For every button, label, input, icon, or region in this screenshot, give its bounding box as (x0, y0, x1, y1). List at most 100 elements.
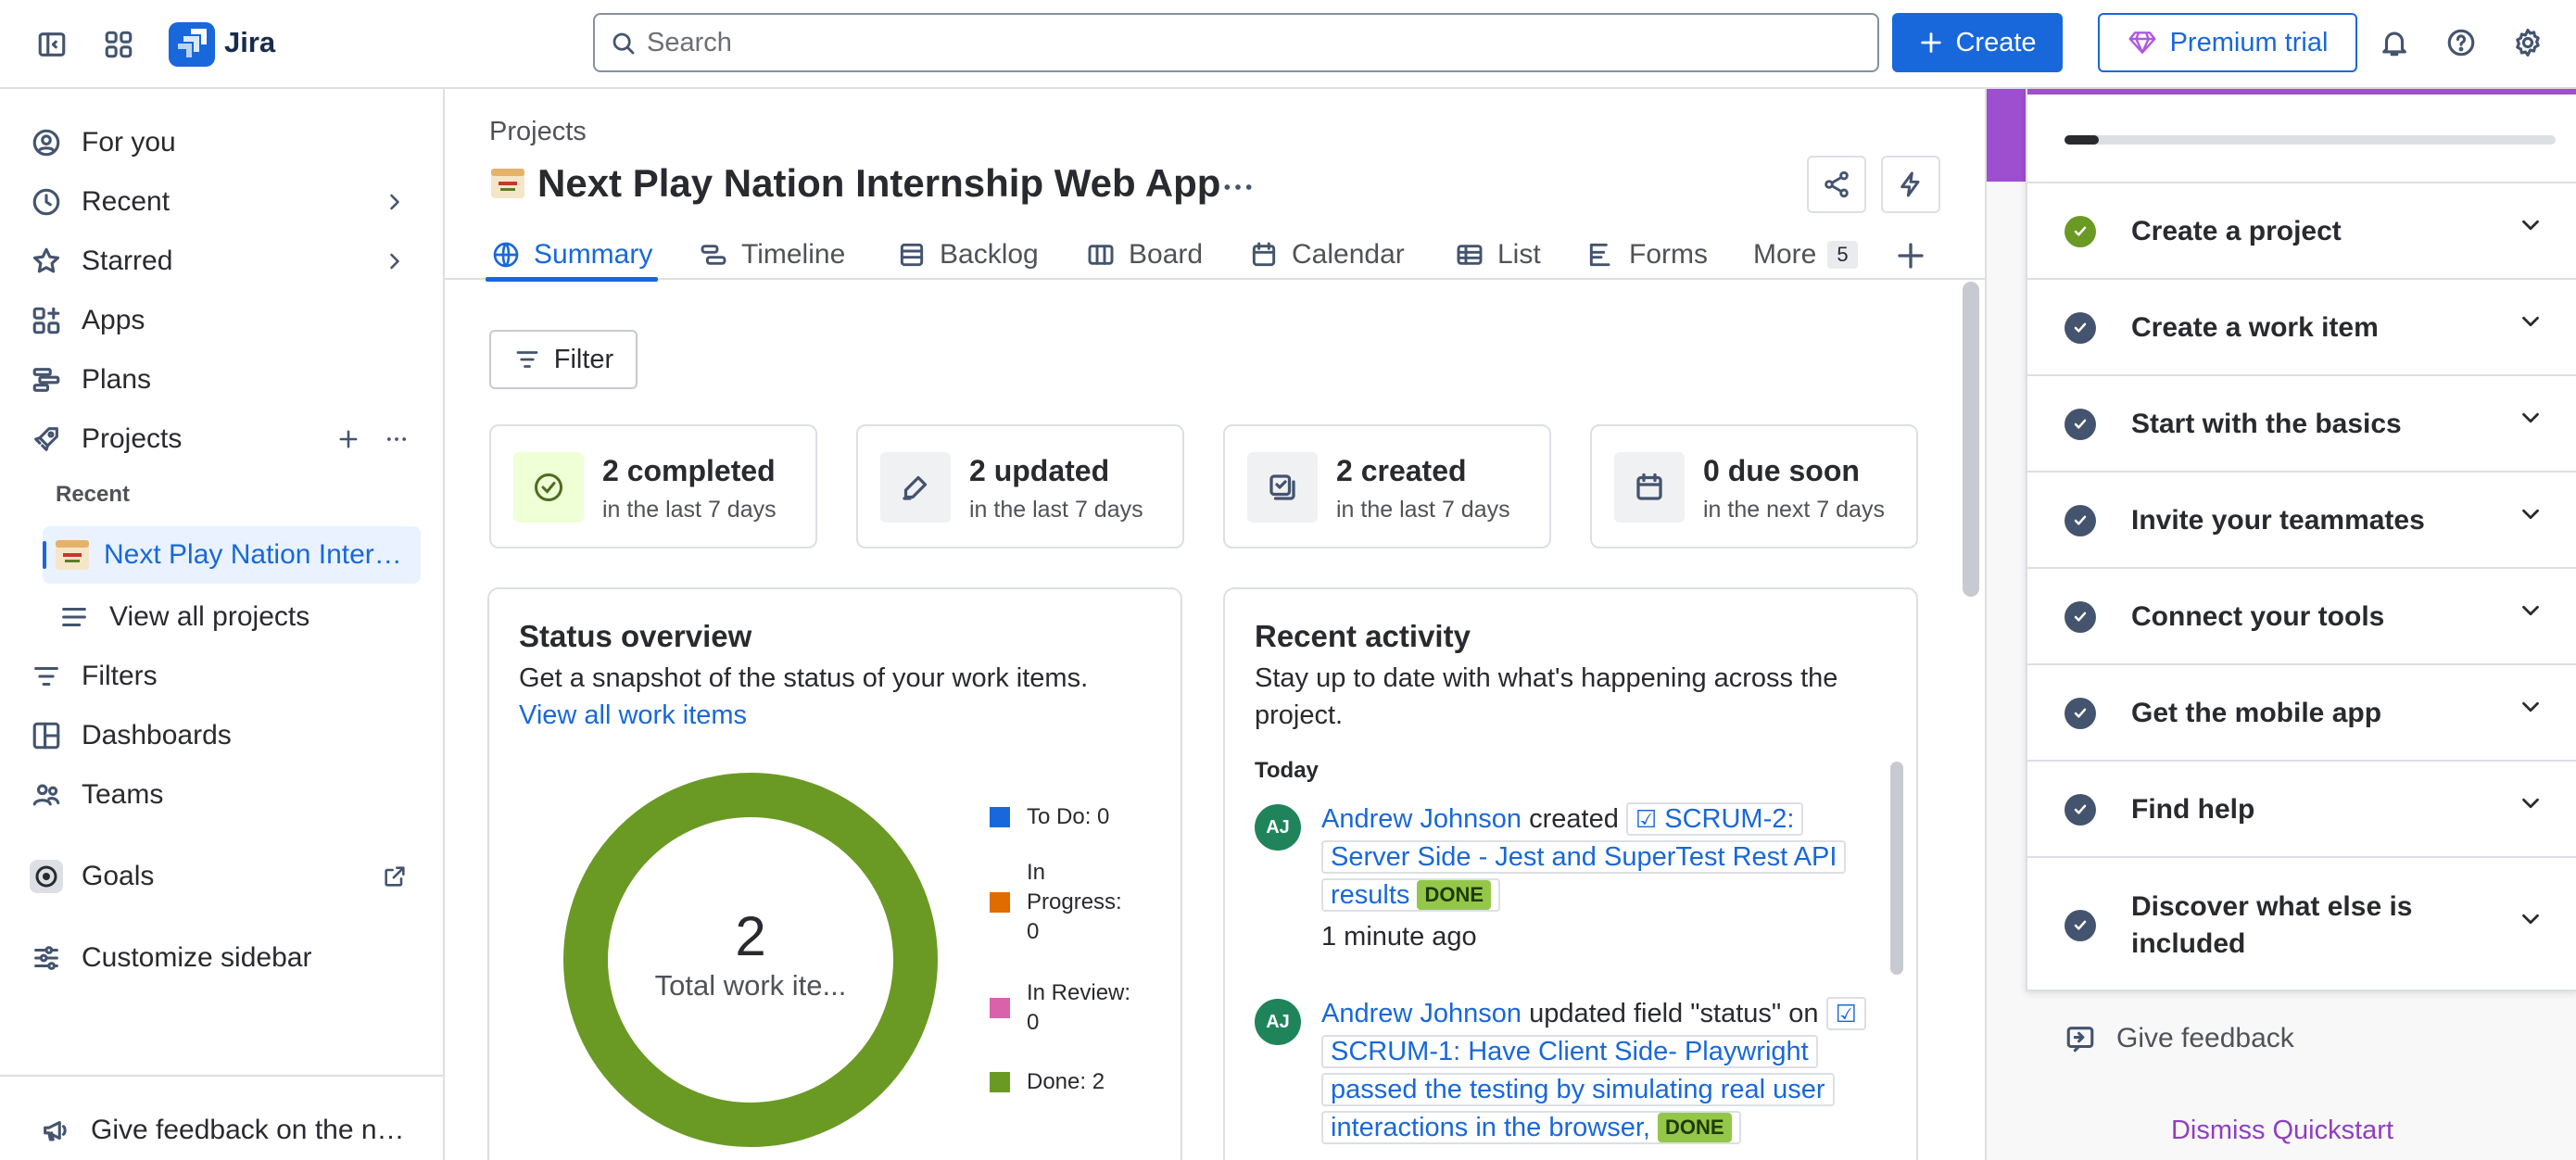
top-navigation-bar: Jira Create Premium trial (0, 0, 2576, 89)
tab-backlog[interactable]: Backlog (897, 230, 1039, 280)
star-icon (28, 243, 65, 280)
legend-item-in-progress: In Progress: 0 (990, 858, 1147, 947)
tab-timeline[interactable]: Timeline (699, 230, 845, 280)
notifications-bell-icon[interactable] (2368, 17, 2420, 69)
app-switcher-icon[interactable] (93, 19, 145, 70)
quickstart-item-3[interactable]: Start with the basics (2027, 374, 2576, 471)
external-link-icon[interactable] (382, 864, 408, 889)
share-button[interactable] (1807, 156, 1866, 213)
avatar[interactable]: AJ (1255, 999, 1301, 1045)
chevron-down-icon[interactable] (2517, 500, 2544, 533)
help-icon[interactable] (2435, 17, 2487, 69)
stat-card-updated[interactable]: 2 updated in the last 7 days (856, 424, 1184, 548)
stat-card-created[interactable]: 2 created in the last 7 days (1223, 424, 1551, 548)
task-checkbox-icon: ☑ (1635, 805, 1658, 833)
stat-card-due-soon[interactable]: 0 due soon in the next 7 days (1590, 424, 1918, 548)
activity-user-link[interactable]: Andrew Johnson (1321, 999, 1522, 1028)
quickstart-item-label: Create a work item (2131, 312, 2379, 343)
search-box[interactable] (593, 13, 1879, 72)
checkmark-icon (2065, 601, 2096, 633)
check-circle-icon (513, 452, 584, 523)
chevron-down-icon[interactable] (2517, 693, 2544, 725)
quickstart-item-6[interactable]: Get the mobile app (2027, 663, 2576, 760)
give-feedback-button[interactable]: Give feedback (2065, 1023, 2294, 1054)
create-button[interactable]: Create (1892, 13, 2063, 72)
settings-gear-icon[interactable] (2502, 17, 2554, 69)
tab-calendar[interactable]: Calendar (1249, 230, 1405, 280)
sidebar-item-plans[interactable]: Plans (28, 354, 417, 406)
view-all-projects[interactable]: View all projects (56, 591, 417, 643)
app-title[interactable]: Jira (224, 26, 275, 59)
search-input[interactable] (647, 24, 1851, 61)
backlog-icon (900, 243, 924, 267)
chevron-down-icon[interactable] (2517, 404, 2544, 436)
activity-user-link[interactable]: Andrew Johnson (1321, 804, 1522, 834)
activity-scrollbar[interactable] (1890, 762, 1903, 975)
more-actions-icon[interactable] (384, 426, 410, 452)
chevron-down-icon[interactable] (2517, 905, 2544, 938)
recent-project-item[interactable]: Next Play Nation Internship Web App (43, 526, 421, 584)
quickstart-item-5[interactable]: Connect your tools (2027, 567, 2576, 663)
add-project-plus-icon[interactable] (335, 426, 361, 452)
tab-label: Backlog (940, 239, 1039, 270)
legend-swatch (990, 892, 1010, 913)
sidebar-item-dashboards[interactable]: Dashboards (28, 710, 417, 762)
stat-card-completed[interactable]: 2 completed in the last 7 days (489, 424, 817, 548)
chevron-down-icon[interactable] (2517, 597, 2544, 629)
give-feedback-navigation[interactable]: Give feedback on the new navigation (37, 1104, 426, 1156)
sidebar-item-teams[interactable]: Teams (28, 769, 417, 821)
card-description: Get a snapshot of the status of your wor… (519, 660, 1158, 734)
quickstart-item-1[interactable]: Create a project (2027, 182, 2576, 278)
sidebar-item-projects[interactable]: Projects (28, 413, 417, 465)
panel-accent-line (2027, 89, 2576, 95)
activity-body: Andrew Johnson updated field "status" on… (1321, 995, 1868, 1147)
tab-list[interactable]: List (1455, 230, 1541, 280)
automation-button[interactable] (1881, 156, 1940, 213)
sidebar-item-label: Apps (82, 305, 145, 335)
stat-subtitle: in the last 7 days (969, 497, 1143, 523)
avatar[interactable]: AJ (1255, 804, 1301, 851)
chevron-down-icon[interactable] (2517, 211, 2544, 244)
sidebar-item-for-you[interactable]: For you (28, 117, 417, 169)
activity-action: updated field "status" on (1529, 999, 1819, 1028)
sidebar-item-goals[interactable]: Goals (28, 851, 417, 902)
chevron-down-icon[interactable] (2517, 789, 2544, 822)
tab-forms[interactable]: Forms (1586, 230, 1708, 280)
people-icon (28, 776, 65, 813)
stat-title: 2 updated (969, 454, 1110, 487)
sidebar-item-starred[interactable]: Starred (28, 235, 417, 287)
chevron-down-icon[interactable] (2517, 308, 2544, 340)
chevron-right-icon[interactable] (382, 248, 408, 274)
add-tab-plus-icon[interactable] (1894, 239, 1927, 272)
tab-more[interactable]: More 5 (1753, 230, 1858, 280)
dismiss-quickstart-link[interactable]: Dismiss Quickstart (1987, 1116, 2576, 1146)
quickstart-item-7[interactable]: Find help (2027, 760, 2576, 856)
stat-title: 2 completed (602, 454, 776, 487)
project-more-icon[interactable] (1219, 169, 1256, 206)
sidebar-item-recent[interactable]: Recent (28, 176, 417, 228)
list-lines-icon (56, 599, 93, 636)
jira-logo-icon[interactable] (169, 22, 215, 67)
breadcrumb[interactable]: Projects (489, 117, 587, 147)
quickstart-item-4[interactable]: Invite your teammates (2027, 471, 2576, 567)
card-title: Status overview (519, 619, 752, 653)
tab-summary[interactable]: Summary (485, 230, 659, 282)
quickstart-item-8[interactable]: Discover what else is included (2027, 856, 2576, 991)
tab-board[interactable]: Board (1086, 230, 1203, 280)
main-scrollbar[interactable] (1963, 282, 1979, 597)
view-all-projects-label: View all projects (109, 601, 310, 632)
sidebar-item-label: Customize sidebar (82, 942, 312, 973)
filter-button[interactable]: Filter (489, 330, 638, 389)
sidebar-item-filters[interactable]: Filters (28, 650, 417, 702)
status-badge: DONE (1658, 1113, 1732, 1142)
view-all-work-items-link[interactable]: View all work items (519, 697, 1158, 734)
search-icon (612, 32, 635, 55)
chevron-right-icon[interactable] (382, 189, 408, 215)
quickstart-item-2[interactable]: Create a work item (2027, 278, 2576, 374)
sidebar-item-apps[interactable]: Apps (28, 295, 417, 347)
premium-trial-button[interactable]: Premium trial (2098, 13, 2357, 72)
recent-project-label: Next Play Nation Internship Web App (104, 539, 410, 570)
sidebar-item-customize[interactable]: Customize sidebar (28, 932, 417, 984)
checkmark-icon (2065, 409, 2096, 440)
sidebar-toggle-icon[interactable] (26, 19, 78, 70)
